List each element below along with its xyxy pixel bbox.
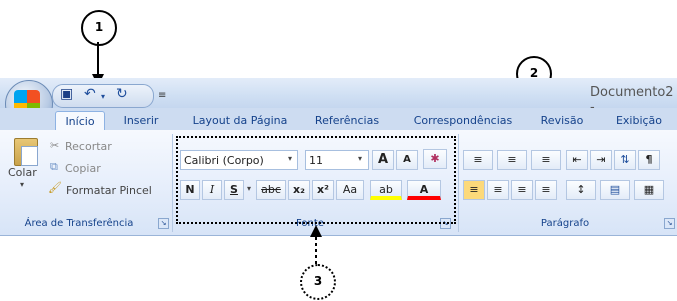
decrease-indent-button[interactable]: ⇤ — [566, 150, 588, 170]
format-painter-icon[interactable]: 🖌 — [48, 181, 62, 194]
callout-3-highlight-box — [176, 136, 456, 224]
borders-button[interactable]: ▦ — [634, 180, 664, 200]
tab-layout-da-pagina[interactable]: Layout da Página — [188, 111, 292, 131]
tab-inicio[interactable]: Início — [55, 111, 105, 132]
multilevel-list-button[interactable]: ≡ — [531, 150, 561, 170]
callout-3: 3 — [300, 264, 336, 300]
tab-referencias[interactable]: Referências — [308, 111, 386, 131]
align-right-button[interactable]: ≡ — [511, 180, 533, 200]
separator — [458, 134, 459, 232]
format-painter-label[interactable]: Formatar Pincel — [66, 184, 152, 197]
justify-button[interactable]: ≡ — [535, 180, 557, 200]
copy-icon[interactable]: ⧉ — [50, 160, 58, 174]
callout-3-arrow — [310, 225, 322, 265]
clipboard-launcher-icon[interactable]: ↘ — [158, 218, 169, 229]
paste-sheet — [21, 146, 38, 166]
cut-icon[interactable]: ✂ — [50, 139, 59, 152]
line-spacing-button[interactable]: ↕ — [566, 180, 596, 200]
paste-label[interactable]: Colar — [8, 166, 37, 179]
tab-inserir[interactable]: Inserir — [115, 111, 167, 131]
clipboard-group-label: Área de Transferência — [24, 218, 134, 229]
undo-icon[interactable]: ↶ — [84, 86, 96, 104]
save-icon[interactable]: ▣ — [60, 86, 73, 104]
tab-revisao[interactable]: Revisão — [533, 111, 591, 131]
paragraph-launcher-icon[interactable]: ↘ — [664, 218, 675, 229]
shading-button[interactable]: ▤ — [600, 180, 630, 200]
bullets-button[interactable]: ≡ — [463, 150, 493, 170]
copy-label[interactable]: Copiar — [65, 162, 101, 175]
align-center-button[interactable]: ≡ — [487, 180, 509, 200]
separator — [172, 134, 173, 232]
tab-exibicao[interactable]: Exibição — [609, 111, 669, 131]
callout-1: 1 — [81, 10, 117, 46]
show-marks-button[interactable]: ¶ — [638, 150, 660, 170]
numbering-button[interactable]: ≡ — [497, 150, 527, 170]
paragraph-group-label: Parágrafo — [540, 218, 590, 229]
tab-correspondencias[interactable]: Correspondências — [405, 111, 521, 131]
sort-button[interactable]: ⇅ — [614, 150, 636, 170]
cut-label[interactable]: Recortar — [65, 140, 112, 153]
align-left-button[interactable]: ≡ — [463, 180, 485, 200]
increase-indent-button[interactable]: ⇥ — [590, 150, 612, 170]
redo-icon[interactable]: ↻ — [116, 86, 128, 104]
customize-qat-icon[interactable]: ≡ — [158, 90, 166, 108]
paste-dropdown-icon[interactable]: ▾ — [20, 180, 24, 189]
